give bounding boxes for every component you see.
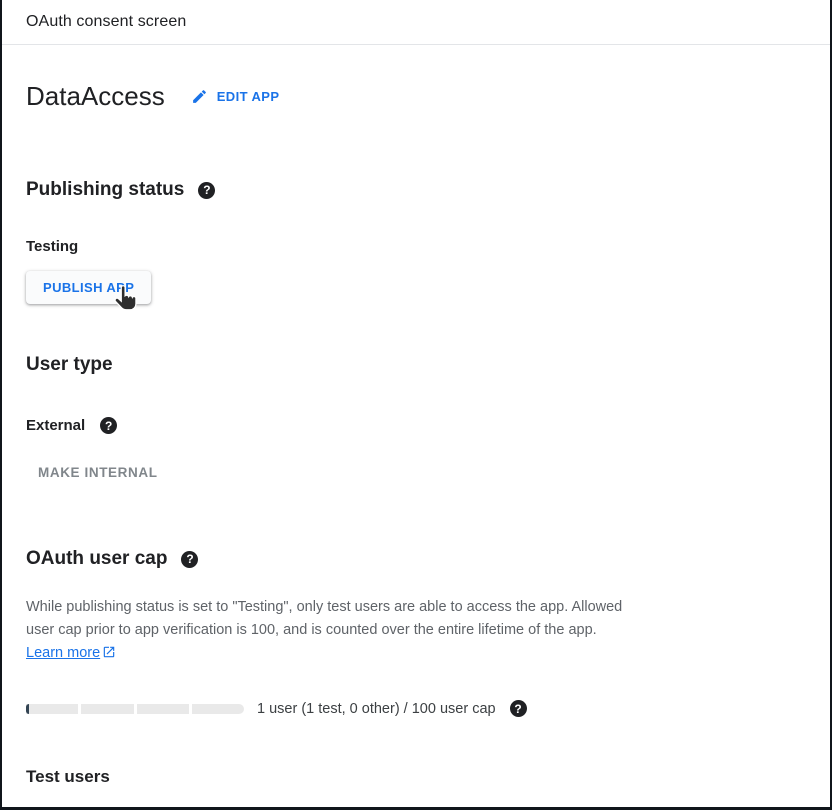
app-title-row: DataAccess EDIT APP [26,81,806,112]
publish-app-button[interactable]: PUBLISH APP [26,271,151,304]
cap-progress-bar [26,704,244,714]
make-internal-button[interactable]: MAKE INTERNAL [38,465,158,480]
page-title: OAuth consent screen [26,13,186,31]
cap-usage-text: 1 user (1 test, 0 other) / 100 user cap [257,701,496,717]
page-header: OAuth consent screen [2,0,830,45]
test-users-heading-row: Test users [26,767,806,787]
user-type-value-label: External [26,417,85,434]
cap-progress-segment [192,704,244,714]
user-type-heading-row: User type [26,354,806,376]
publishing-status-heading: Publishing status [26,179,184,201]
edit-app-button-label: EDIT APP [217,89,280,104]
publishing-status-value-label: Testing [26,238,78,255]
oauth-user-cap-heading-row: OAuth user cap ? [26,548,806,570]
oauth-user-cap-heading: OAuth user cap [26,548,167,570]
cap-progress-fill [26,704,29,714]
cap-progress-segment [26,704,78,714]
test-users-heading: Test users [26,767,110,787]
edit-app-button[interactable]: EDIT APP [191,88,280,105]
publishing-status-value: Testing [26,238,806,255]
help-icon[interactable]: ? [198,182,215,199]
learn-more-link-label: Learn more [26,645,100,661]
cap-progress-segment [137,704,189,714]
cap-progress-segment [81,704,133,714]
user-type-heading: User type [26,354,113,376]
external-link-icon [102,644,116,667]
oauth-user-cap-description-text: While publishing status is set to "Testi… [26,599,622,638]
help-icon[interactable]: ? [100,417,117,434]
user-type-value-row: External ? [26,417,806,434]
help-icon[interactable]: ? [181,551,198,568]
oauth-consent-page: OAuth consent screen DataAccess EDIT APP… [0,0,832,810]
help-icon[interactable]: ? [510,700,527,717]
app-name: DataAccess [26,81,165,112]
pencil-icon [191,88,208,105]
oauth-user-cap-usage-row: 1 user (1 test, 0 other) / 100 user cap … [26,700,806,717]
publishing-status-heading-row: Publishing status ? [26,179,806,201]
page-content: DataAccess EDIT APP Publishing status ? … [2,81,830,787]
learn-more-link[interactable]: Learn more [26,645,116,661]
oauth-user-cap-description: While publishing status is set to "Testi… [26,596,630,667]
